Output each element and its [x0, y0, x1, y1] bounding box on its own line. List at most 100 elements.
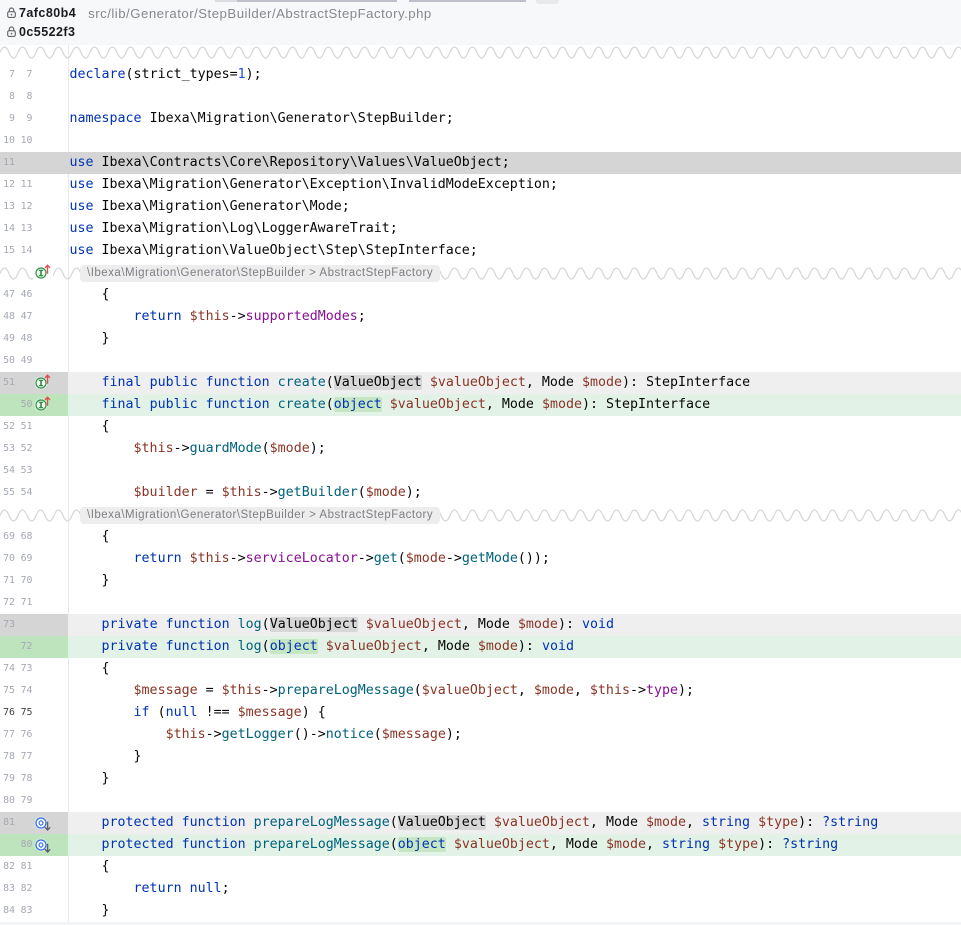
- code-line[interactable]: use Ibexa\Migration\Generator\Mode;: [68, 196, 961, 218]
- line-number-new: 50: [21, 394, 33, 416]
- breadcrumb[interactable]: \Ibexa\Migration\Generator\StepBuilder >…: [80, 507, 440, 524]
- code-line[interactable]: $builder = $this->getBuilder($mode);: [68, 482, 961, 504]
- folded-region-separator[interactable]: \Ibexa\Migration\Generator\StepBuilder >…: [0, 262, 961, 284]
- line-number-new: 77: [21, 746, 33, 768]
- code-line[interactable]: {: [68, 658, 961, 680]
- code-line[interactable]: {: [68, 526, 961, 548]
- line-number-old: 50: [3, 350, 15, 372]
- code-line[interactable]: declare(strict_types=1);: [68, 64, 961, 86]
- folded-region-separator-top[interactable]: [0, 46, 961, 59]
- folded-region-separator[interactable]: \Ibexa\Migration\Generator\StepBuilder >…: [0, 504, 961, 526]
- line-number-new: 73: [21, 658, 33, 680]
- gutter-icon-implements[interactable]: [33, 372, 53, 394]
- diff-row: 10 10: [0, 130, 961, 152]
- diff-row: 7675 if (null !== $message) {: [0, 702, 961, 724]
- line-number-new: 75: [21, 702, 33, 724]
- code-line[interactable]: }: [68, 570, 961, 592]
- line-number-old: 12: [3, 174, 15, 196]
- breadcrumb[interactable]: \Ibexa\Migration\Generator\StepBuilder >…: [80, 265, 440, 282]
- code-line[interactable]: use Ibexa\Contracts\Core\Repository\Valu…: [68, 152, 961, 174]
- code-line[interactable]: [68, 460, 961, 482]
- gutter: 10 10: [0, 130, 68, 152]
- gutter: 1413: [0, 218, 68, 240]
- code-line[interactable]: [68, 350, 961, 372]
- diff-row: 12 11 use Ibexa\Migration\Generator\Except…: [0, 174, 961, 196]
- code-line[interactable]: $this->getLogger()->notice($message);: [68, 724, 961, 746]
- code-line[interactable]: final public function create(ValueObject…: [68, 372, 961, 394]
- diff-row: 81 protected function prepareLogMessage(…: [0, 812, 961, 834]
- line-number-new: 69: [21, 548, 33, 570]
- line-number-old: 11: [3, 152, 15, 174]
- line-number-old: 70: [3, 548, 15, 570]
- code-line[interactable]: }: [68, 900, 961, 922]
- code-line[interactable]: if (null !== $message) {: [68, 702, 961, 724]
- line-number-new: 54: [21, 482, 33, 504]
- diff-row: 7473 {: [0, 658, 961, 680]
- gutter: 4847: [0, 306, 68, 328]
- code-line[interactable]: return $this->serviceLocator->get($mode-…: [68, 548, 961, 570]
- code-line[interactable]: [68, 130, 961, 152]
- line-number-old: 73: [3, 614, 15, 636]
- lock-icon: [6, 23, 17, 42]
- code-line[interactable]: use Ibexa\Migration\Log\LoggerAwareTrait…: [68, 218, 961, 240]
- gutter: 5049: [0, 350, 68, 372]
- diff-row: 8483 }: [0, 900, 961, 922]
- code-line[interactable]: $message = $this->prepareLogMessage($val…: [68, 680, 961, 702]
- gutter-icon-implements[interactable]: [33, 262, 53, 284]
- gutter: 7170: [0, 570, 68, 592]
- code-line[interactable]: $this->guardMode($mode);: [68, 438, 961, 460]
- code-line[interactable]: [68, 86, 961, 108]
- diff-row: 5352 $this->guardMode($mode);: [0, 438, 961, 460]
- code-line[interactable]: use Ibexa\Migration\Generator\Exception\…: [68, 174, 961, 196]
- line-number-old: 53: [3, 438, 15, 460]
- code-line[interactable]: [68, 592, 961, 614]
- line-number-old: 80: [3, 790, 15, 812]
- gutter: 8281: [0, 856, 68, 878]
- gutter: 1312: [0, 196, 68, 218]
- gutter: 70 69: [0, 548, 68, 570]
- gutter-icon-implements[interactable]: [33, 394, 53, 416]
- code-line[interactable]: }: [68, 746, 961, 768]
- code-line[interactable]: return null;: [68, 878, 961, 900]
- code-line[interactable]: namespace Ibexa\Migration\Generator\Step…: [68, 108, 961, 130]
- code-line[interactable]: {: [68, 856, 961, 878]
- code-line[interactable]: {: [68, 416, 961, 438]
- gutter: 11: [0, 152, 68, 174]
- line-number-new: 76: [21, 724, 33, 746]
- line-number-old: 71: [3, 570, 15, 592]
- code-line[interactable]: {: [68, 284, 961, 306]
- code-line[interactable]: protected function prepareLogMessage(Val…: [68, 812, 961, 834]
- diff-row: 77declare(strict_types=1);: [0, 64, 961, 86]
- gutter-icon-overridden[interactable]: [33, 812, 53, 834]
- implements-icon: [33, 372, 53, 394]
- code-line[interactable]: private function log(ValueObject $valueO…: [68, 614, 961, 636]
- code-line[interactable]: private function log(object $valueObject…: [68, 636, 961, 658]
- line-number-new: 71: [21, 592, 33, 614]
- gutter-icon-overridden[interactable]: [33, 834, 53, 856]
- code-line[interactable]: final public function create(object $val…: [68, 394, 961, 416]
- line-number-old: 47: [3, 284, 15, 306]
- overridden-icon: [33, 834, 53, 856]
- code-line[interactable]: }: [68, 768, 961, 790]
- gutter: 80: [0, 834, 68, 856]
- code-line[interactable]: return $this->supportedModes;: [68, 306, 961, 328]
- code-line[interactable]: protected function prepareLogMessage(obj…: [68, 834, 961, 856]
- diff-row: 7170 }: [0, 570, 961, 592]
- popup-remnant-bar-right: [409, 0, 526, 2]
- diff-viewer: 7afc80b4 src/lib/Generator/StepBuilder/A…: [0, 0, 961, 925]
- gutter: 77: [0, 64, 68, 86]
- line-number-old: 78: [3, 746, 15, 768]
- gutter: 7675: [0, 702, 68, 724]
- gutter: 1514: [0, 240, 68, 262]
- line-number-new: 11: [21, 174, 33, 196]
- code-line[interactable]: [68, 790, 961, 812]
- line-number-new: 80: [21, 834, 33, 856]
- line-number-new: 10: [21, 130, 33, 152]
- code-line[interactable]: }: [68, 328, 961, 350]
- gutter: 12 11: [0, 174, 68, 196]
- gutter: 5554: [0, 482, 68, 504]
- line-number-old: 10: [3, 130, 15, 152]
- code-line[interactable]: use Ibexa\Migration\ValueObject\Step\Ste…: [68, 240, 961, 262]
- revision-hash-1: 7afc80b4: [19, 6, 76, 20]
- gutter: 7776: [0, 724, 68, 746]
